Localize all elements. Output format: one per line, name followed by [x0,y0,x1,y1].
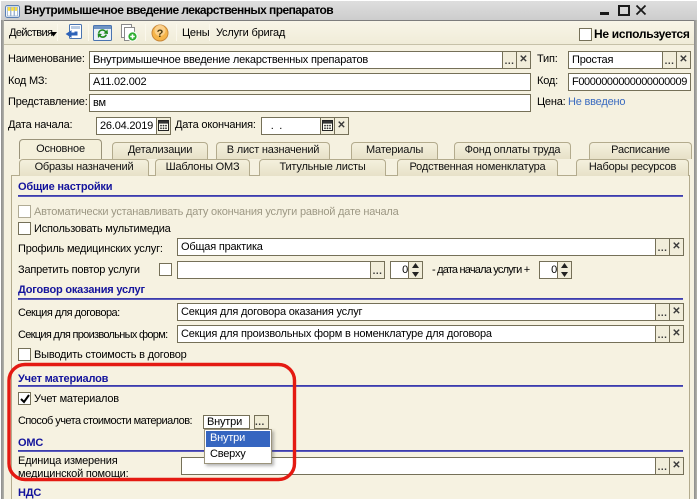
svg-text:?: ? [157,28,164,40]
